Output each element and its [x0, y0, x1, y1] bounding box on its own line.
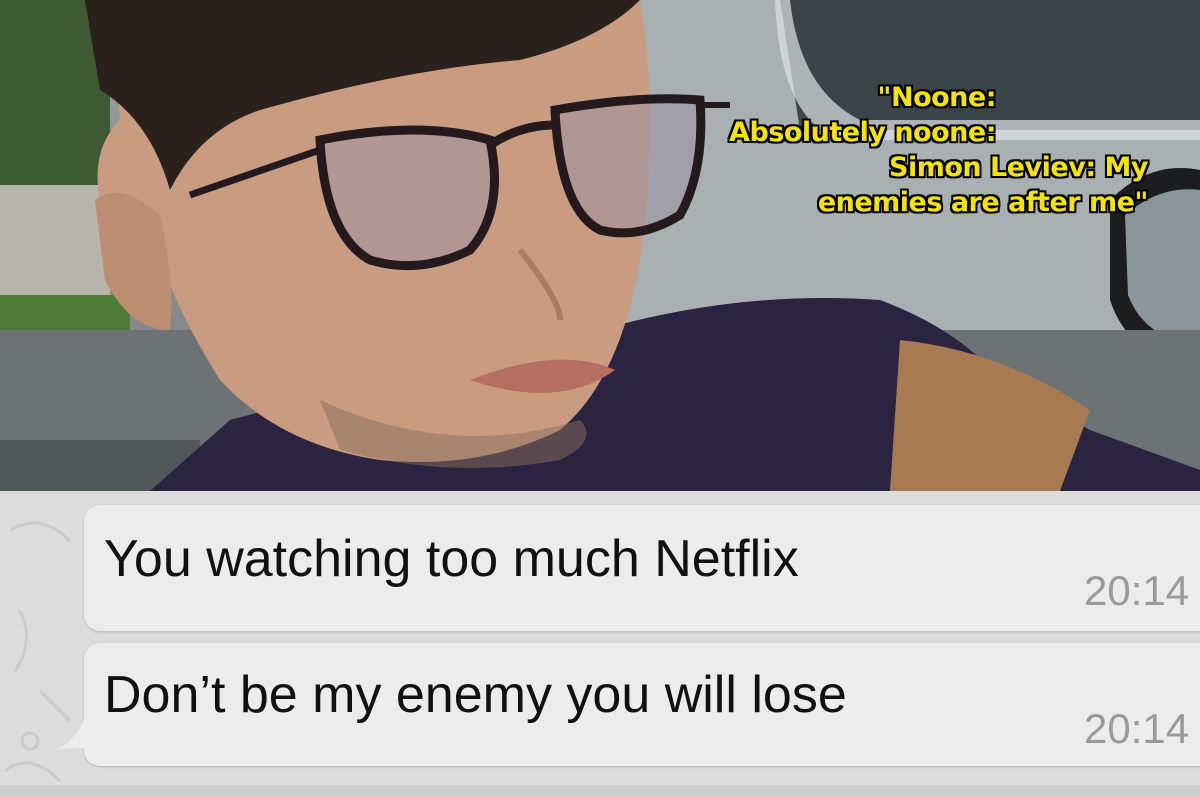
caption-line: Simon Leviev: My: [889, 152, 1148, 183]
chat-divider: [0, 785, 1200, 797]
message-timestamp: 20:14: [1084, 567, 1190, 614]
bubble-tail-icon: [58, 719, 98, 749]
message-text: Don’t be my enemy you will lose: [104, 666, 847, 724]
chat-screenshot: You watching too much Netflix 20:14 Don’…: [0, 491, 1200, 797]
message-text: You watching too much Netflix: [104, 530, 799, 588]
message-timestamp: 20:14: [1084, 705, 1190, 752]
caption-line: "Noone:: [877, 82, 996, 113]
message-bubble[interactable]: You watching too much Netflix 20:14: [84, 505, 1200, 631]
caption-line: enemies are after me": [817, 187, 1149, 218]
selfie-illustration: [0, 0, 1200, 491]
caption-line: Absolutely noone:: [729, 117, 996, 148]
wall: [0, 185, 110, 295]
message-bubble[interactable]: Don’t be my enemy you will lose 20:14: [84, 643, 1200, 766]
meme-caption: "Noone: Absolutely noone: Simon Leviev: …: [729, 80, 1148, 220]
selfie-photo: "Noone: Absolutely noone: Simon Leviev: …: [0, 0, 1200, 491]
